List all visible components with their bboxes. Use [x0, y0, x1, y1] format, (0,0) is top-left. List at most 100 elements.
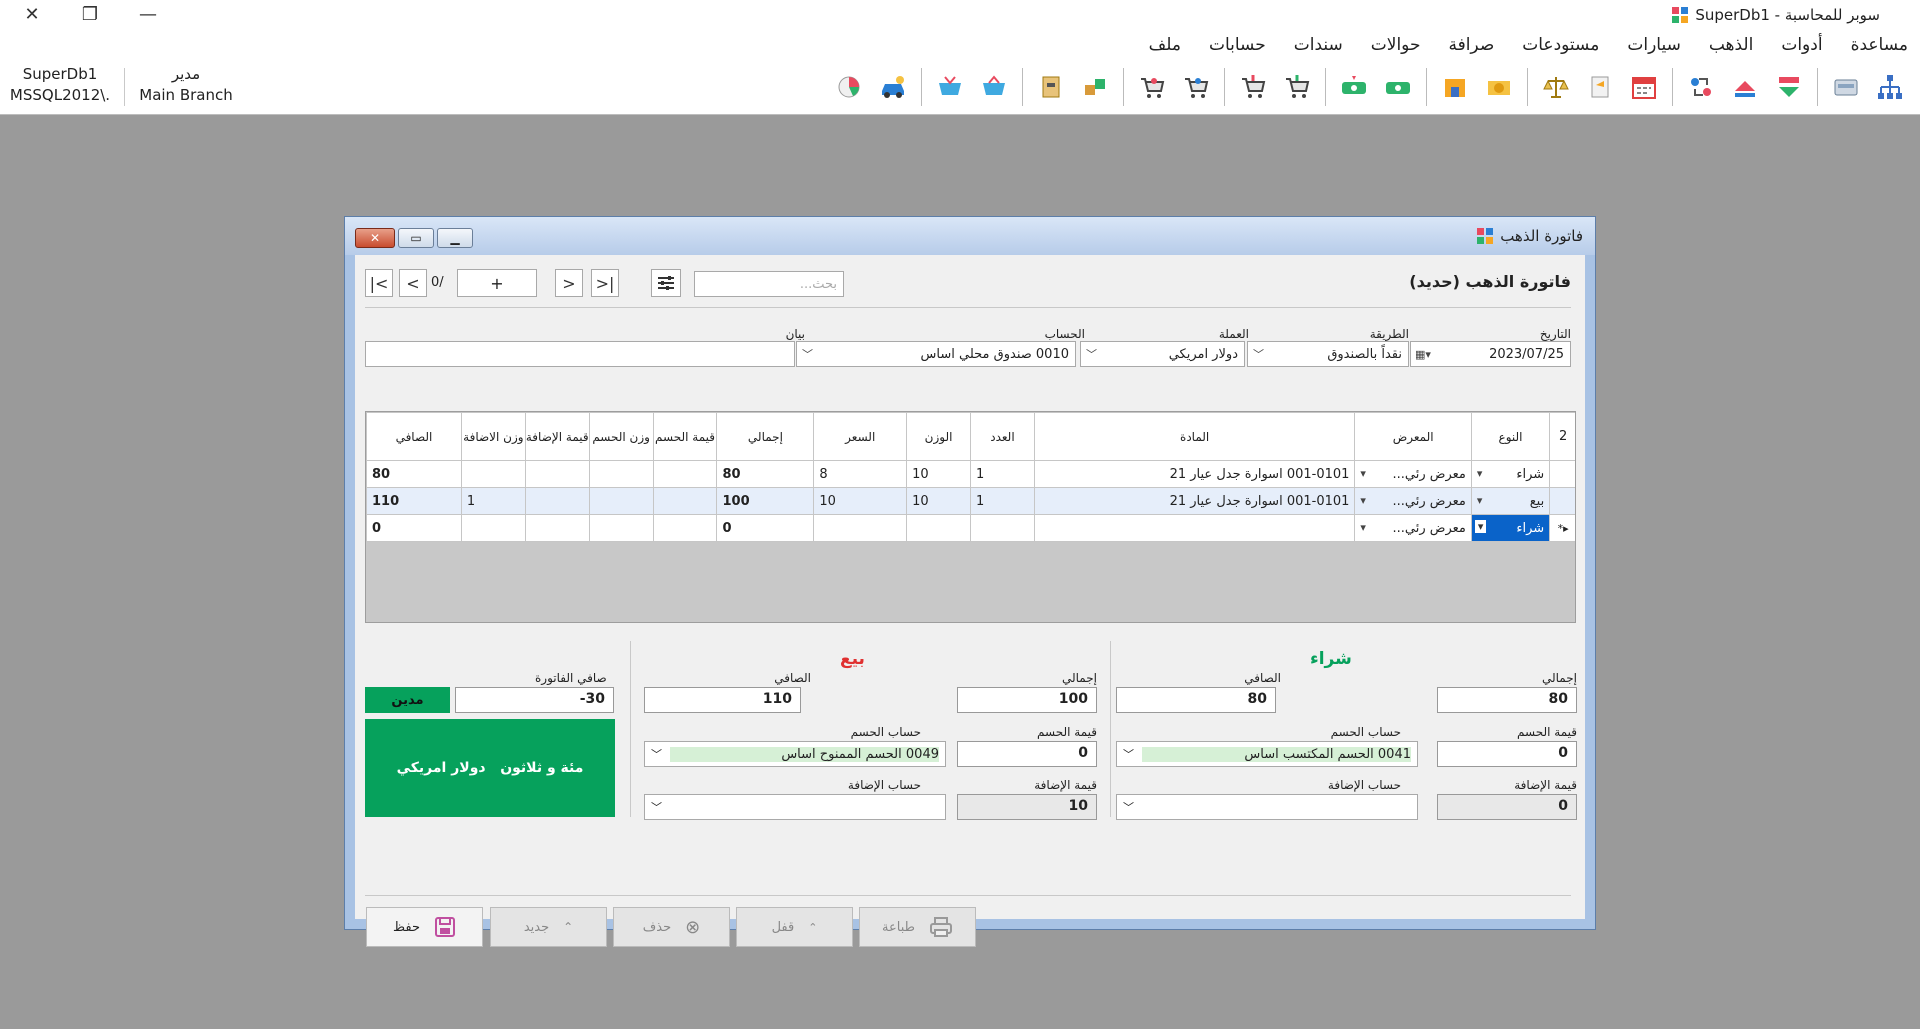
- cell-net[interactable]: 0: [366, 514, 462, 542]
- table-row[interactable]: شراء ▾ معرض رئي... ▾ 001-0101 اسوارة جدل ع…: [366, 460, 1575, 488]
- col-weight[interactable]: الوزن: [906, 412, 971, 461]
- scale-icon[interactable]: [1538, 69, 1574, 105]
- print-button[interactable]: طباعة: [859, 907, 976, 947]
- basket-out-icon[interactable]: [932, 69, 968, 105]
- cell-price[interactable]: [813, 514, 908, 542]
- cell-net[interactable]: 80: [366, 460, 462, 488]
- cell-total[interactable]: 100: [716, 487, 815, 515]
- calendar-icon[interactable]: [1626, 69, 1662, 105]
- close-window-icon[interactable]: ✕: [2, 0, 62, 28]
- next-record-button[interactable]: >: [555, 269, 583, 297]
- cell-disc-value[interactable]: [652, 487, 718, 515]
- dropdown-arrow-icon[interactable]: ▾: [1477, 467, 1483, 480]
- menu-transfers[interactable]: حوالات: [1371, 35, 1421, 55]
- table-row[interactable]: ▸* شراء ▾ معرض رئي... ▾ 0 0: [366, 514, 1575, 542]
- col-disc-value[interactable]: قيمة الحسم: [652, 412, 718, 461]
- col-price[interactable]: السعر: [813, 412, 908, 461]
- cell-weight[interactable]: 10: [906, 460, 971, 488]
- col-qty[interactable]: العدد: [970, 412, 1035, 461]
- dropdown-arrow-icon[interactable]: ▾: [1360, 467, 1366, 480]
- window-restore-button[interactable]: ▭: [398, 228, 434, 248]
- sell-disc-account-select[interactable]: 0049 الحسم الممنوح اساس ﹀: [644, 741, 946, 767]
- cart-return2-icon[interactable]: [1134, 69, 1170, 105]
- sell-add-value-field[interactable]: 10: [957, 794, 1097, 820]
- cell-add-value[interactable]: [524, 487, 590, 515]
- cell-net[interactable]: 110: [366, 487, 462, 515]
- buy-add-value-field[interactable]: 0: [1437, 794, 1577, 820]
- window-minimize-button[interactable]: ▁: [437, 228, 473, 248]
- cart-return-icon[interactable]: [1178, 69, 1214, 105]
- pay-icon[interactable]: [1727, 69, 1763, 105]
- cell-total[interactable]: 80: [716, 460, 815, 488]
- cart-out-icon[interactable]: [1235, 69, 1271, 105]
- minimize-window-icon[interactable]: —: [118, 0, 178, 28]
- cell-gallery[interactable]: معرض رئي... ▾: [1354, 460, 1472, 488]
- dropdown-arrow-icon[interactable]: ▾: [1474, 520, 1487, 533]
- cell-add-weight[interactable]: [460, 460, 526, 488]
- col-add-weight[interactable]: وزن الاضافة: [460, 412, 526, 461]
- buy-total-field[interactable]: 80: [1437, 687, 1577, 713]
- buy-net-field[interactable]: 80: [1116, 687, 1276, 713]
- currency-select[interactable]: دولار امريكي ﹀: [1080, 341, 1245, 367]
- sell-add-account-select[interactable]: ﹀: [644, 794, 946, 820]
- settings-icon[interactable]: [651, 269, 681, 297]
- col-gallery[interactable]: المعرض: [1354, 412, 1472, 461]
- delete-button[interactable]: ⊗ حذف: [613, 907, 730, 947]
- menu-help[interactable]: مساعدة: [1851, 35, 1908, 55]
- cell-disc-weight[interactable]: [588, 514, 654, 542]
- menu-accounts[interactable]: حسابات: [1209, 35, 1266, 55]
- note-field[interactable]: [365, 341, 795, 367]
- receive-icon[interactable]: [1771, 69, 1807, 105]
- add-record-button[interactable]: +: [457, 269, 537, 297]
- cell-weight[interactable]: [906, 514, 971, 542]
- cell-item[interactable]: 001-0101 اسوارة جدل عيار 21: [1033, 460, 1356, 488]
- cell-type[interactable]: شراء ▾: [1470, 514, 1551, 542]
- cell-weight[interactable]: 10: [906, 487, 971, 515]
- cell-gallery[interactable]: معرض رئي... ▾: [1354, 487, 1472, 515]
- cell-type[interactable]: شراء ▾: [1470, 460, 1551, 488]
- cell-disc-weight[interactable]: [588, 460, 654, 488]
- cell-price[interactable]: 10: [813, 487, 908, 515]
- boxes-out-icon[interactable]: [1033, 69, 1069, 105]
- cell-qty[interactable]: 1: [970, 460, 1035, 488]
- cell-add-weight[interactable]: [460, 514, 526, 542]
- dropdown-arrow-icon[interactable]: ▾: [1360, 494, 1366, 507]
- cell-item[interactable]: 001-0101 اسوارة جدل عيار 21: [1033, 487, 1356, 515]
- table-row[interactable]: بيع ▾ معرض رئي... ▾ 001-0101 اسوارة جدل عي…: [366, 487, 1575, 515]
- cell-disc-value[interactable]: [652, 460, 718, 488]
- last-record-button[interactable]: >|: [591, 269, 619, 297]
- cell-total[interactable]: 0: [716, 514, 815, 542]
- date-field[interactable]: 2023/07/25 ▾▦: [1410, 341, 1571, 367]
- menu-gold[interactable]: الذهب: [1709, 35, 1753, 55]
- cart-in-icon[interactable]: [1279, 69, 1315, 105]
- new-button[interactable]: ⌃ جديد: [490, 907, 607, 947]
- cell-item[interactable]: [1033, 514, 1356, 542]
- transfer-icon[interactable]: [1683, 69, 1719, 105]
- boxes-in-icon[interactable]: [1077, 69, 1113, 105]
- search-input[interactable]: بحث...: [694, 271, 844, 297]
- cell-disc-value[interactable]: [652, 514, 718, 542]
- stamp-icon[interactable]: [1582, 69, 1618, 105]
- car-icon[interactable]: [875, 69, 911, 105]
- first-record-button[interactable]: |<: [365, 269, 393, 297]
- basket-in-icon[interactable]: [976, 69, 1012, 105]
- tree-icon[interactable]: [1872, 69, 1908, 105]
- menu-cars[interactable]: سيارات: [1627, 35, 1681, 55]
- dropdown-arrow-icon[interactable]: ▾: [1477, 494, 1483, 507]
- dropdown-arrow-icon[interactable]: ▾: [1360, 521, 1366, 534]
- window-close-button[interactable]: ✕: [355, 228, 395, 248]
- date-picker-icon[interactable]: ▾▦: [1415, 348, 1431, 361]
- col-type[interactable]: النوع: [1470, 412, 1551, 461]
- money-envelope-icon[interactable]: [1481, 69, 1517, 105]
- col-total[interactable]: إجمالي: [716, 412, 815, 461]
- store-icon[interactable]: [1437, 69, 1473, 105]
- chart-icon[interactable]: [831, 69, 867, 105]
- prev-record-button[interactable]: <: [399, 269, 427, 297]
- cell-add-weight[interactable]: 1: [460, 487, 526, 515]
- invoice-net-field[interactable]: -30: [455, 687, 614, 713]
- cell-qty[interactable]: 1: [970, 487, 1035, 515]
- cell-qty[interactable]: [970, 514, 1035, 542]
- cell-type[interactable]: بيع ▾: [1470, 487, 1551, 515]
- menu-file[interactable]: ملف: [1149, 35, 1181, 55]
- cash-out-icon[interactable]: [1336, 69, 1372, 105]
